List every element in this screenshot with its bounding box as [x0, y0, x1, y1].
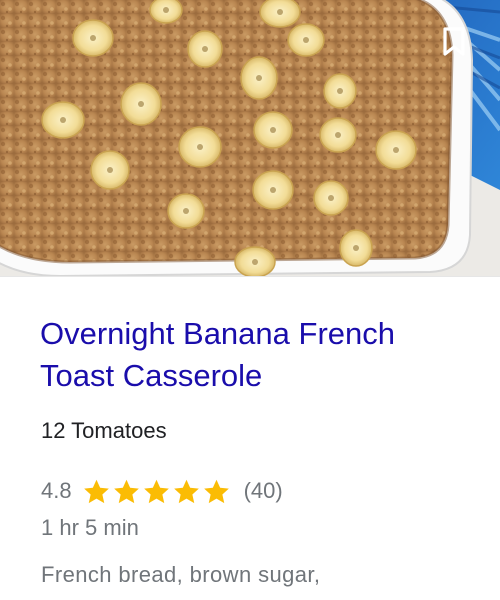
star-icon — [143, 479, 169, 503]
recipe-photo[interactable] — [0, 0, 500, 276]
recipe-source: 12 Tomatoes — [41, 418, 167, 443]
rating-value: 4.8 — [41, 478, 72, 503]
cook-time: 1 hr 5 min — [41, 515, 139, 540]
star-icon — [203, 479, 229, 503]
rating-row: 4.8 (40) — [41, 476, 283, 506]
recipe-title-link[interactable]: Overnight Banana French Toast Casserole — [40, 313, 470, 397]
recipe-card[interactable]: Overnight Banana French Toast Casserole … — [0, 0, 500, 600]
star-icon — [83, 479, 109, 503]
recipe-photo-image — [0, 0, 500, 276]
recipe-details: Overnight Banana French Toast Casserole … — [0, 276, 500, 600]
bookmark-icon — [443, 27, 465, 56]
star-rating — [82, 478, 232, 505]
star-icon — [113, 479, 139, 503]
ingredients-snippet: French bread, brown sugar, — [41, 562, 321, 587]
bookmark-button[interactable] — [436, 24, 472, 60]
review-count: (40) — [243, 478, 283, 503]
star-icon — [173, 479, 199, 503]
